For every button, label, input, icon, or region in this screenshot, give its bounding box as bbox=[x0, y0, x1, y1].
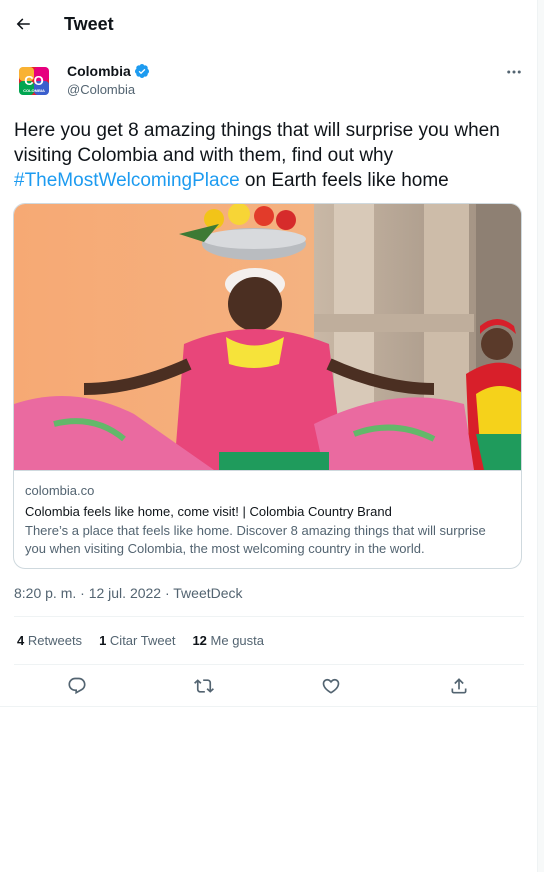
share-button[interactable] bbox=[446, 673, 472, 699]
tweet-detail-column: Tweet CO COLOMBIA Colombia @Colombia Her… bbox=[0, 0, 538, 872]
tweet-actions bbox=[0, 673, 538, 699]
like-icon bbox=[322, 678, 340, 694]
like-button[interactable] bbox=[318, 673, 344, 699]
tweet-text: Here you get 8 amazing things that will … bbox=[14, 118, 514, 193]
tweet-text-before: Here you get 8 amazing things that will … bbox=[14, 120, 500, 166]
more-options-button[interactable] bbox=[500, 60, 528, 84]
header: Tweet bbox=[0, 0, 538, 50]
divider bbox=[0, 706, 538, 707]
retweets-count: 4 bbox=[17, 633, 25, 648]
back-button[interactable] bbox=[8, 9, 38, 39]
retweets-label: Retweets bbox=[27, 633, 83, 648]
retweet-icon bbox=[194, 679, 214, 693]
quotes-label: Citar Tweet bbox=[109, 633, 176, 648]
avatar[interactable]: CO COLOMBIA bbox=[14, 61, 54, 101]
tweet-stats: 4 Retweets 1 Citar Tweet 12 Me gusta bbox=[17, 633, 264, 648]
card-title: Colombia feels like home, come visit! | … bbox=[25, 504, 392, 519]
avatar-logo-text: CO bbox=[24, 73, 44, 88]
link-card[interactable]: colombia.co Colombia feels like home, co… bbox=[13, 203, 522, 569]
colombian-palenquera-photo bbox=[14, 204, 521, 470]
hashtag-link[interactable]: #TheMostWelcomingPlace bbox=[14, 170, 240, 191]
retweets-stat[interactable]: 4 Retweets bbox=[17, 633, 82, 648]
divider bbox=[14, 664, 524, 665]
card-domain: colombia.co bbox=[25, 483, 95, 498]
quotes-count: 1 bbox=[99, 633, 107, 648]
reply-icon bbox=[68, 677, 86, 695]
scrollbar-gutter bbox=[538, 0, 544, 872]
page-title: Tweet bbox=[64, 14, 114, 34]
reply-button[interactable] bbox=[64, 673, 90, 699]
author-name[interactable]: Colombia bbox=[67, 63, 150, 79]
share-icon bbox=[451, 678, 467, 694]
arrow-left-icon bbox=[16, 18, 30, 30]
card-image[interactable] bbox=[14, 204, 521, 470]
quotes-stat[interactable]: 1 Citar Tweet bbox=[99, 633, 175, 648]
tweet-text-after: on Earth feels like home bbox=[239, 170, 449, 191]
author-name-text: Colombia bbox=[67, 63, 131, 79]
card-description: There’s a place that feels like home. Di… bbox=[25, 523, 486, 556]
verified-badge-icon bbox=[134, 64, 149, 78]
avatar-logo-subtext: COLOMBIA bbox=[23, 88, 45, 93]
likes-label: Me gusta bbox=[210, 633, 265, 648]
more-dots-icon bbox=[507, 70, 521, 74]
likes-stat[interactable]: 12 Me gusta bbox=[192, 633, 264, 648]
card-meta: colombia.co Colombia feels like home, co… bbox=[14, 470, 521, 558]
likes-count: 12 bbox=[192, 633, 207, 648]
tweet-timestamp[interactable]: 8:20 p. m. · 12 jul. 2022 · TweetDeck bbox=[14, 585, 243, 601]
author-handle[interactable]: @Colombia bbox=[67, 82, 135, 97]
retweet-button[interactable] bbox=[191, 673, 217, 699]
divider bbox=[14, 616, 524, 617]
colombia-logo-icon: CO COLOMBIA bbox=[19, 67, 49, 95]
